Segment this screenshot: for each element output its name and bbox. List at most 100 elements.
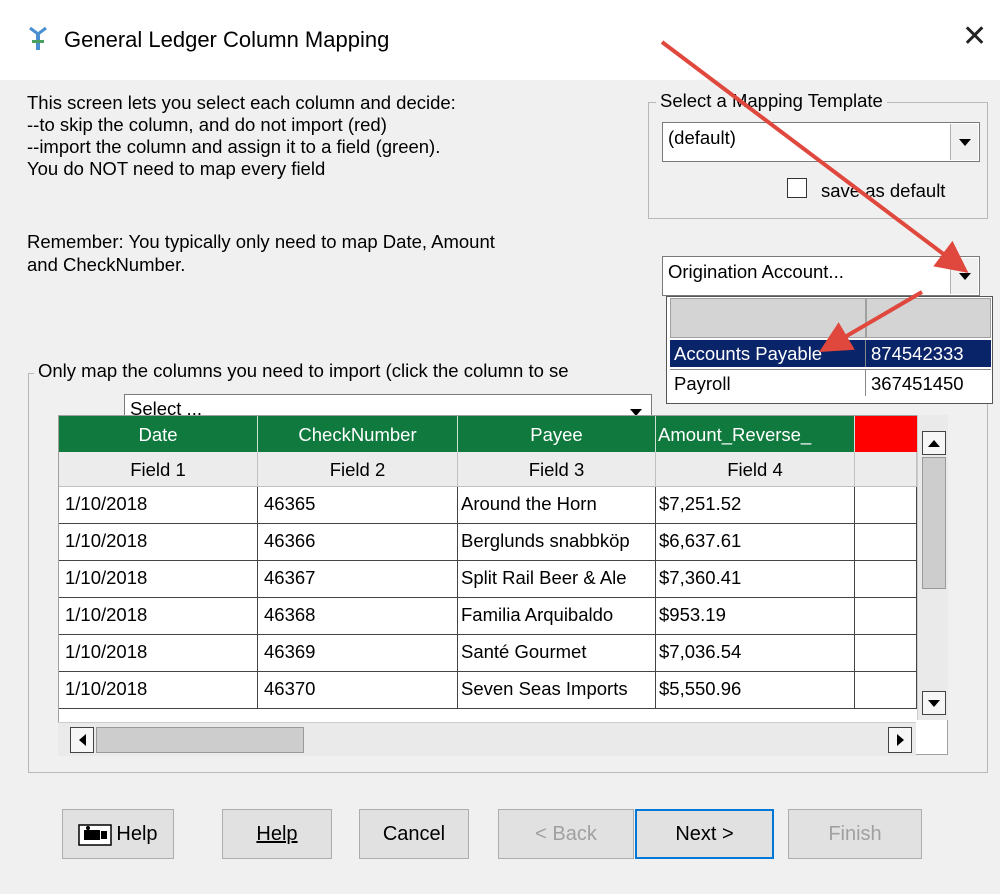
table-cell: Split Rail Beer & Ale [458, 561, 656, 598]
table-cell: Seven Seas Imports [458, 672, 656, 709]
instruction-line: --import the column and assign it to a f… [27, 136, 441, 157]
scroll-up-button[interactable] [922, 431, 946, 455]
vertical-scrollbar[interactable] [917, 415, 948, 720]
arrow-left-icon [78, 734, 86, 746]
field-header[interactable]: Field 3 [458, 452, 656, 487]
close-icon[interactable]: ✕ [962, 22, 987, 52]
account-option-name: Payroll [674, 373, 731, 394]
popup-header-name [670, 298, 866, 338]
help-button-label: Help [256, 822, 298, 845]
scroll-left-button[interactable] [70, 727, 94, 753]
origination-account-list[interactable]: Accounts Payable 874542333 Payroll 36745… [666, 296, 993, 404]
back-button[interactable]: < Back [498, 809, 634, 859]
title-bar: General Ledger Column Mapping ✕ [0, 0, 1000, 80]
table-cell: $6,637.61 [656, 524, 855, 561]
popup-header [670, 298, 991, 338]
cancel-button-label: Cancel [382, 822, 446, 845]
icon-help-button[interactable]: Help [62, 809, 174, 859]
chevron-down-icon [958, 138, 971, 146]
template-select-value: (default) [668, 127, 736, 148]
table-cell: 46368 [258, 598, 458, 635]
account-option-number: 367451450 [871, 373, 964, 394]
table-cell: 46367 [258, 561, 458, 598]
table-cell: Familia Arquibaldo [458, 598, 656, 635]
mapping-group-legend: Only map the columns you need to import … [34, 360, 668, 382]
app-icon [29, 26, 47, 50]
table-cell: 1/10/2018 [59, 487, 258, 524]
column-map-date[interactable]: Date [59, 416, 258, 452]
table-cell: $7,360.41 [656, 561, 855, 598]
table-cell: $953.19 [656, 598, 855, 635]
column-divider [865, 340, 866, 367]
window-title: General Ledger Column Mapping [64, 27, 390, 52]
arrow-down-icon [928, 699, 940, 707]
data-grid: Date CheckNumber Payee Amount_Reverse_ F… [58, 415, 948, 755]
instruction-line: --to skip the column, and do not import … [27, 114, 387, 135]
template-select[interactable]: (default) [662, 122, 980, 162]
table-cell [855, 598, 917, 635]
popup-header-number [866, 298, 991, 338]
next-button-label: Next > [675, 822, 734, 845]
icon-help-label: Help [116, 822, 158, 845]
table-cell: $7,036.54 [656, 635, 855, 672]
remember-note: Remember: You typically only need to map… [27, 230, 495, 276]
horizontal-scrollbar[interactable] [58, 722, 916, 756]
next-button[interactable]: Next > [635, 809, 774, 859]
chevron-down-icon [958, 272, 971, 280]
table-cell: Around the Horn [458, 487, 656, 524]
table-cell: $7,251.52 [656, 487, 855, 524]
origination-account-value: Origination Account... [668, 261, 844, 282]
scroll-down-button[interactable] [922, 691, 946, 715]
column-divider [865, 370, 866, 396]
table-cell: 46369 [258, 635, 458, 672]
scroll-right-button[interactable] [888, 727, 912, 753]
cancel-button[interactable]: Cancel [359, 809, 469, 859]
template-dropdown-button[interactable] [950, 124, 978, 160]
finish-button[interactable]: Finish [788, 809, 922, 859]
table-cell: Berglunds snabbköp [458, 524, 656, 561]
table-cell: 46366 [258, 524, 458, 561]
help-button[interactable]: Help [222, 809, 332, 859]
arrow-right-icon [896, 734, 904, 746]
column-map-skipped[interactable] [855, 416, 917, 452]
remember-line: Remember: You typically only need to map… [27, 231, 495, 252]
field-header[interactable] [855, 452, 917, 487]
table-cell [855, 524, 917, 561]
table-cell: 1/10/2018 [59, 524, 258, 561]
save-default-checkbox[interactable] [787, 178, 807, 198]
column-map-payee[interactable]: Payee [458, 416, 656, 452]
account-option-number: 874542333 [871, 343, 964, 364]
instruction-line: This screen lets you select each column … [27, 92, 456, 113]
account-option-name: Accounts Payable [674, 343, 823, 364]
table-cell [855, 487, 917, 524]
finish-button-label: Finish [828, 822, 882, 845]
back-button-label: < Back [535, 822, 597, 845]
table-cell: 46365 [258, 487, 458, 524]
table-cell: 1/10/2018 [59, 561, 258, 598]
vertical-scroll-thumb[interactable] [922, 457, 946, 589]
horizontal-scroll-thumb[interactable] [96, 727, 304, 753]
table-cell [855, 672, 917, 709]
account-option-accounts-payable[interactable]: Accounts Payable 874542333 [670, 340, 991, 367]
origination-account-select[interactable]: Origination Account... [662, 256, 980, 296]
field-header[interactable]: Field 4 [656, 452, 855, 487]
column-map-checknumber[interactable]: CheckNumber [258, 416, 458, 452]
table-cell: Santé Gourmet [458, 635, 656, 672]
table-cell: 1/10/2018 [59, 672, 258, 709]
save-default-label: save as default [821, 180, 946, 201]
table-cell: 1/10/2018 [59, 635, 258, 672]
field-header[interactable]: Field 2 [258, 452, 458, 487]
instruction-line: You do NOT need to map every field [27, 158, 326, 179]
help-camera-icon [78, 824, 113, 846]
table-cell [855, 635, 917, 672]
field-header[interactable]: Field 1 [59, 452, 258, 487]
origination-dropdown-button[interactable] [950, 258, 978, 294]
account-option-payroll[interactable]: Payroll 367451450 [670, 369, 991, 396]
table-cell [855, 561, 917, 598]
instructions: This screen lets you select each column … [27, 92, 637, 180]
table-cell: 46370 [258, 672, 458, 709]
table-cell: $5,550.96 [656, 672, 855, 709]
column-map-amount[interactable]: Amount_Reverse_ [656, 416, 855, 452]
remember-line: and CheckNumber. [27, 254, 186, 275]
table-cell: 1/10/2018 [59, 598, 258, 635]
